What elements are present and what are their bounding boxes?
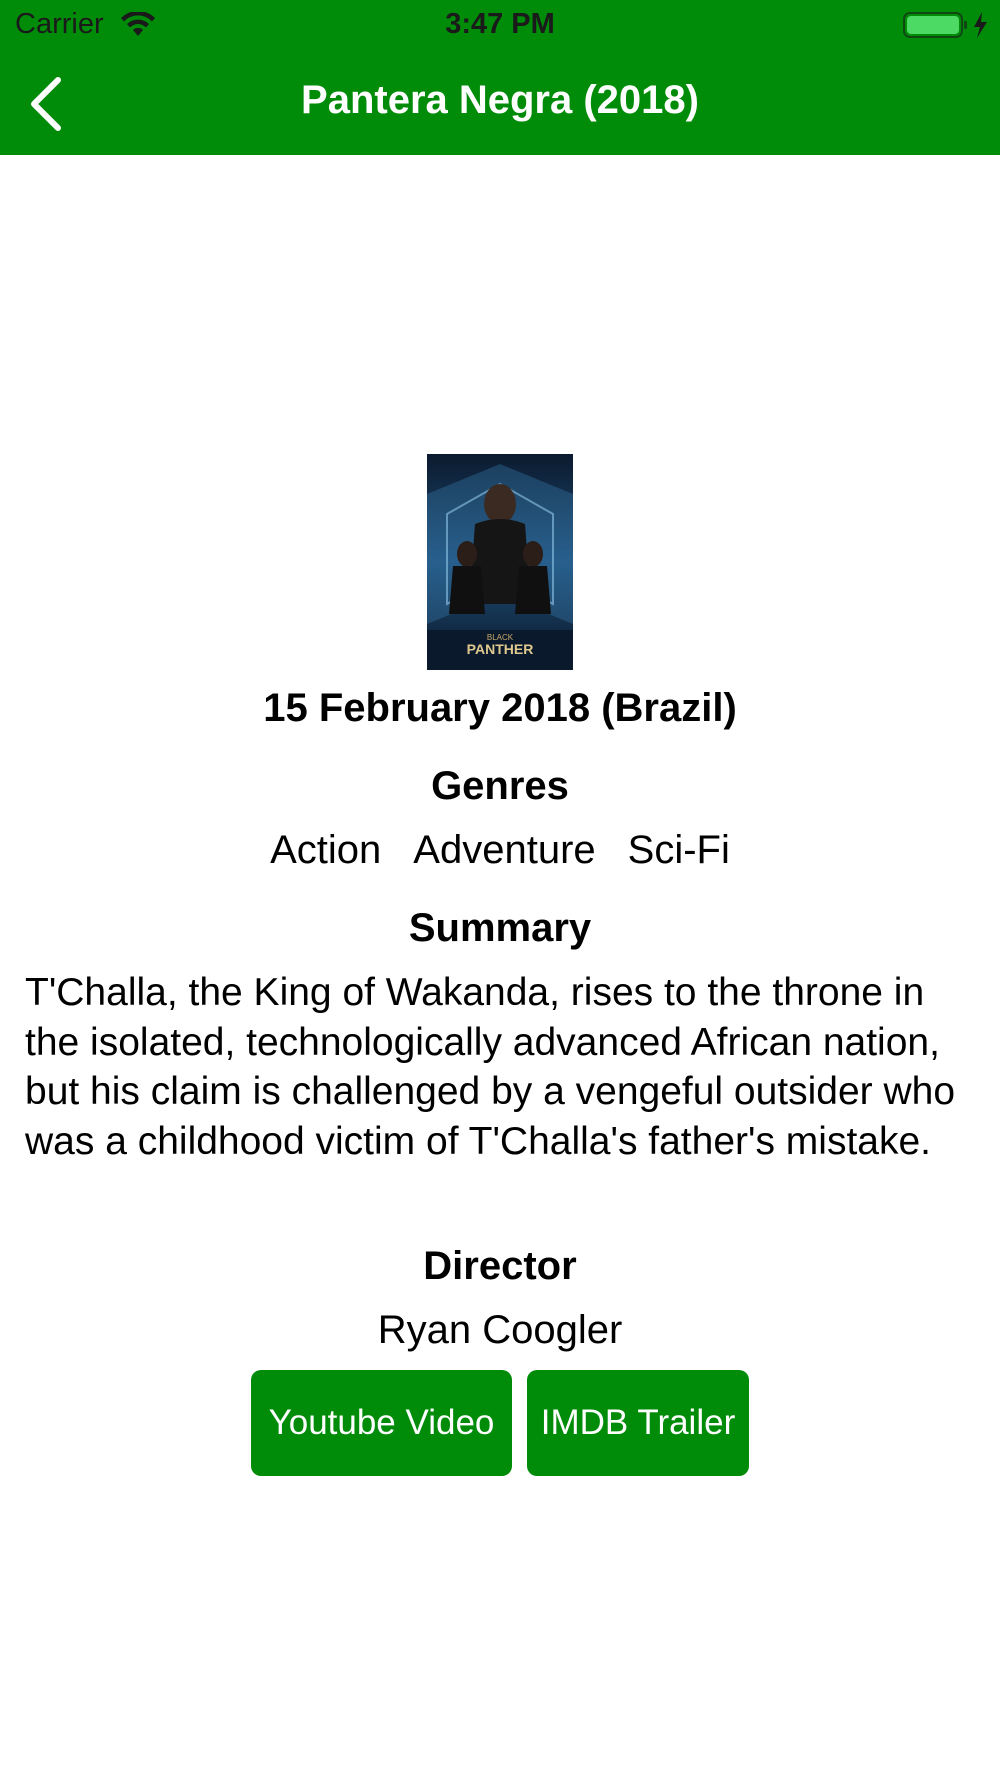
director-heading: Director bbox=[423, 1244, 577, 1288]
genre-item: Action bbox=[270, 828, 382, 872]
battery-charging-icon bbox=[903, 12, 987, 38]
status-time: 3:47 PM bbox=[445, 8, 555, 40]
page-title: Pantera Negra (2018) bbox=[301, 78, 699, 122]
movie-detail-screen: Carrier 3:47 PM Pantera Negra (2018) BLA… bbox=[0, 0, 1000, 1778]
genre-item: Sci-Fi bbox=[627, 828, 730, 872]
director-name: Ryan Coogler bbox=[377, 1308, 623, 1352]
release-date: 15 February 2018 (Brazil) bbox=[263, 686, 737, 730]
summary-heading: Summary bbox=[408, 906, 592, 950]
youtube-video-button[interactable]: Youtube Video bbox=[251, 1370, 512, 1476]
poster-title-line2: PANTHER bbox=[467, 641, 534, 657]
genre-item: Adventure bbox=[413, 828, 596, 872]
genres-heading: Genres bbox=[431, 764, 569, 808]
genres-list: Action Adventure Sci-Fi bbox=[0, 828, 1000, 873]
navigation-bar: Carrier 3:47 PM Pantera Negra (2018) bbox=[0, 0, 1000, 155]
imdb-trailer-button[interactable]: IMDB Trailer bbox=[527, 1370, 749, 1476]
summary-text: T'Challa, the King of Wakanda, rises to … bbox=[25, 971, 956, 1163]
movie-poster-image: BLACK PANTHER bbox=[427, 454, 573, 670]
back-button[interactable] bbox=[20, 68, 80, 138]
chevron-left-icon bbox=[31, 77, 61, 131]
